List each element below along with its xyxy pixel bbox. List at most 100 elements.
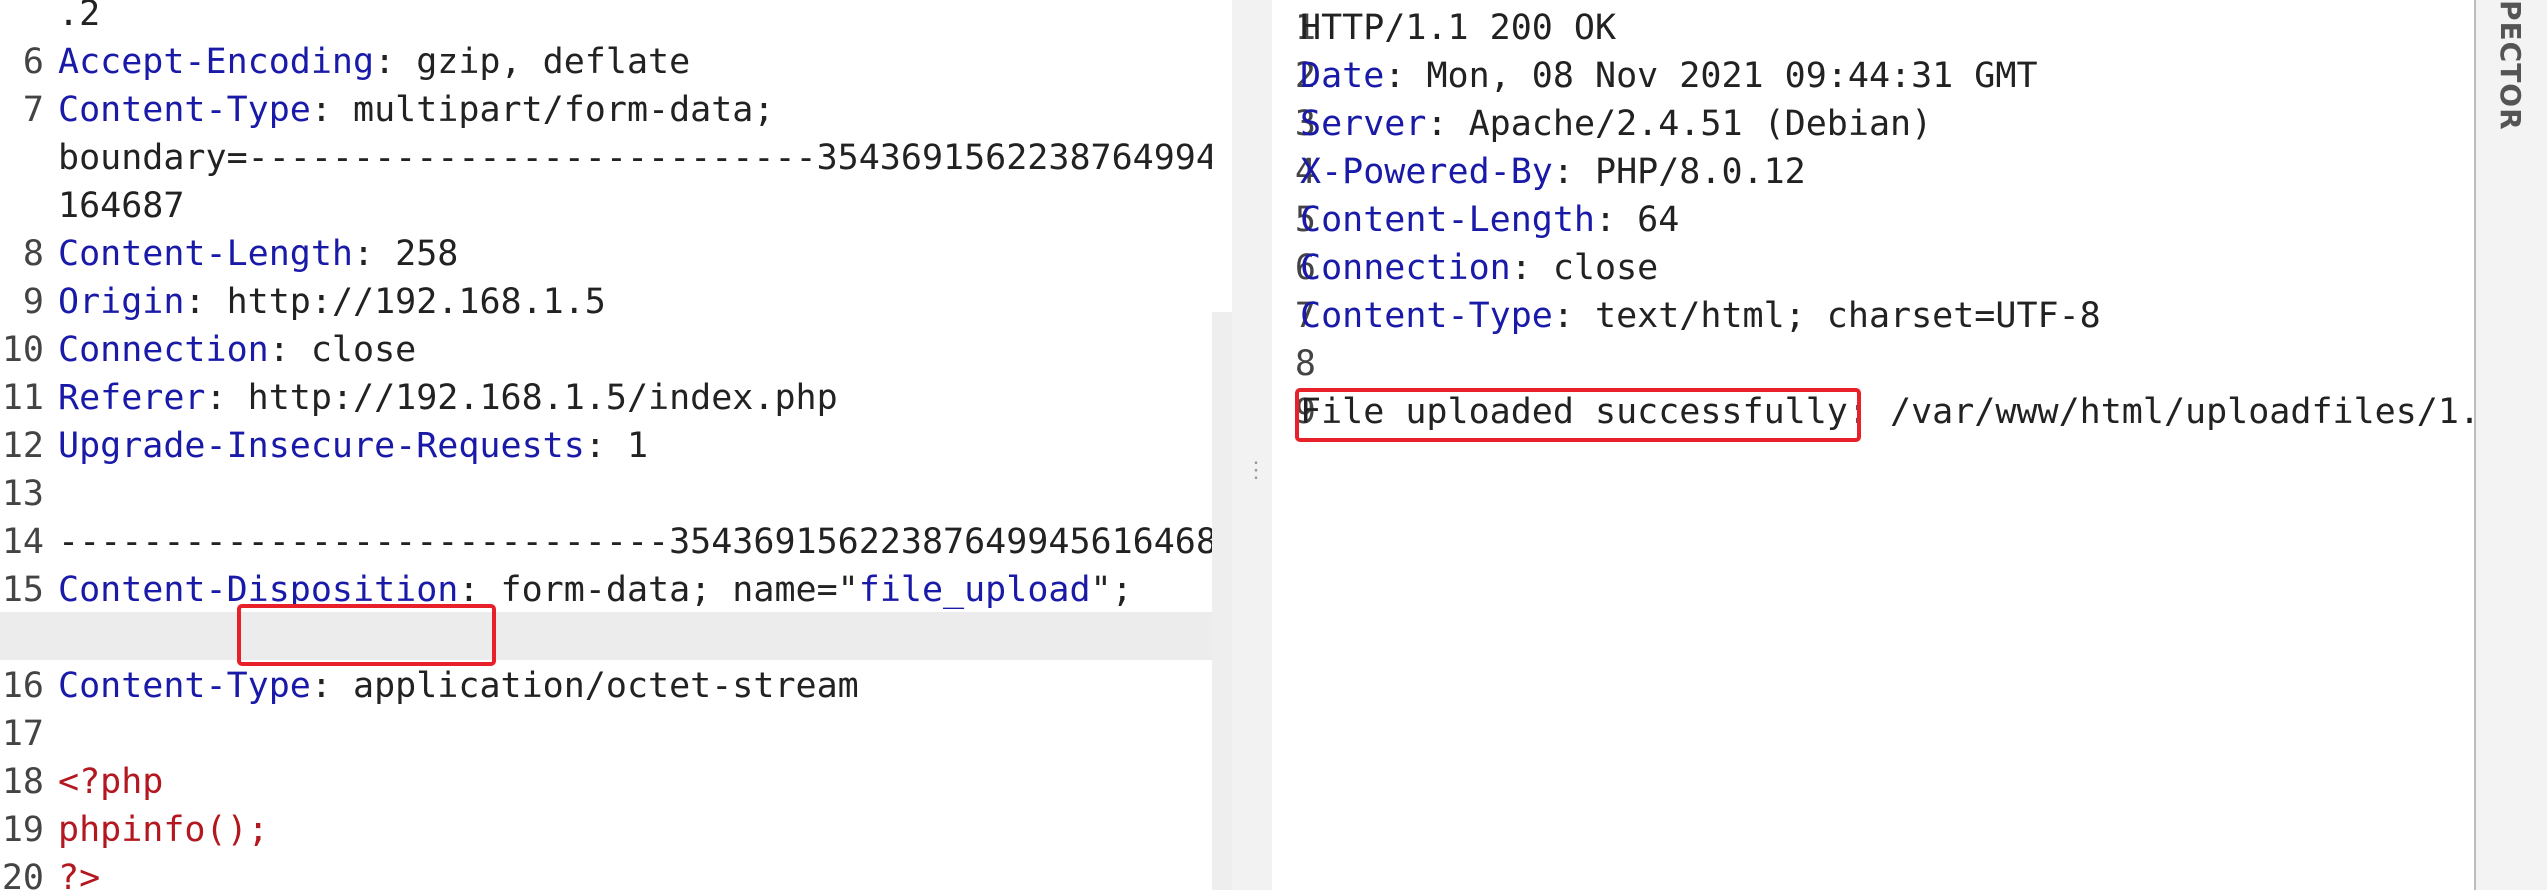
request-line[interactable]: 15 Content-Disposition: form-data; name="… — [0, 566, 1212, 614]
response-token: : text/html; charset=UTF-8 — [1552, 296, 2101, 336]
request-line-number: 19 — [1, 810, 44, 850]
request-line-number: 7 — [22, 90, 44, 130]
request-line-text: -----------------------------35436915622… — [58, 518, 1212, 566]
request-token: : gzip, deflate — [374, 42, 691, 82]
response-line[interactable]: 4 X-Powered-By: PHP/8.0.12 — [1272, 148, 2474, 196]
request-line-text: Connection: close — [58, 326, 416, 374]
response-line-text: Content-Type: text/html; charset=UTF-8 — [1300, 292, 2101, 340]
request-token: Upgrade-Insecure-Requests — [58, 426, 585, 466]
request-line[interactable]: 18 <?php — [0, 758, 1212, 806]
request-line-text: Content-Type: multipart/form-data; — [58, 86, 774, 134]
response-token: Content-Length — [1300, 200, 1596, 240]
request-line-number: 9 — [22, 282, 44, 322]
request-line-number: 13 — [1, 474, 44, 514]
request-token: : 1 — [584, 426, 649, 466]
request-line[interactable]: 8 Content-Length: 258 — [0, 230, 1212, 278]
request-token: Referer — [58, 378, 206, 418]
request-editor[interactable]: .2 6 Accept-Encoding: gzip, deflate 7 Conten… — [0, 0, 1212, 890]
request-line-text: Accept-Encoding: gzip, deflate — [58, 38, 690, 86]
response-line[interactable]: 8 — [1272, 340, 2474, 388]
response-line-text: Date: Mon, 08 Nov 2021 09:44:31 GMT — [1300, 52, 2038, 100]
request-line-number: 20 — [1, 858, 44, 890]
request-line[interactable]: 20 ?> — [0, 854, 1212, 890]
request-token: "; — [1090, 570, 1133, 610]
request-line-number: 14 — [1, 522, 44, 562]
response-line-text: Content-Length: 64 — [1300, 196, 1679, 244]
response-token: : PHP/8.0.12 — [1552, 152, 1806, 192]
request-scrollbar[interactable] — [1212, 312, 1232, 890]
request-line-text: Content-Length: 258 — [58, 230, 458, 278]
request-token: : form-data; name=" — [458, 570, 859, 610]
request-token: : multipart/form-data; — [310, 90, 775, 130]
request-token: .2 — [58, 0, 101, 34]
request-token: Content-Type — [58, 90, 311, 130]
inspector-label: PECTOR — [2494, 0, 2527, 131]
response-line-text: Connection: close — [1300, 244, 1658, 292]
request-line-number: 12 — [1, 426, 44, 466]
request-token: : 258 — [353, 234, 459, 274]
request-line-text: .2 — [58, 0, 100, 38]
request-line-number: 8 — [22, 234, 44, 274]
response-line-text: Server: Apache/2.4.51 (Debian) — [1300, 100, 1932, 148]
request-token: Accept-Encoding — [58, 42, 375, 82]
request-line-text: Origin: http://192.168.1.5 — [58, 278, 606, 326]
request-line-text: 164687 — [58, 182, 184, 230]
request-line-number: 6 — [22, 42, 44, 82]
request-token: 164687 — [58, 186, 185, 226]
upload-success-annotation-box — [1295, 388, 1861, 442]
request-token: : http://192.168.1.5/index.php — [205, 378, 838, 418]
request-line[interactable]: 10 Connection: close — [0, 326, 1212, 374]
request-token: Connection — [58, 330, 269, 370]
response-line[interactable]: 6 Connection: close — [1272, 244, 2474, 292]
response-token: HTTP/1.1 200 OK — [1300, 8, 1617, 48]
request-line-text: Referer: http://192.168.1.5/index.php — [58, 374, 838, 422]
request-line-number: 17 — [1, 714, 44, 754]
response-token: : 64 — [1595, 200, 1680, 240]
request-line[interactable]: 7 Content-Type: multipart/form-data; — [0, 86, 1212, 134]
response-line[interactable]: 1 HTTP/1.1 200 OK — [1272, 4, 2474, 52]
request-line[interactable]: 6 Accept-Encoding: gzip, deflate — [0, 38, 1212, 86]
splitter-grip-icon: ⋮ — [1245, 458, 1267, 483]
request-line-text: boundary=---------------------------3543… — [58, 134, 1212, 182]
request-line-text: <?php — [58, 758, 163, 806]
response-line[interactable]: 2 Date: Mon, 08 Nov 2021 09:44:31 GMT — [1272, 52, 2474, 100]
request-token: : close — [268, 330, 417, 370]
request-line-text: Upgrade-Insecure-Requests: 1 — [58, 422, 648, 470]
response-line[interactable]: 5 Content-Length: 64 — [1272, 196, 2474, 244]
request-token: Content-Type — [58, 666, 311, 706]
response-line-text: X-Powered-By: PHP/8.0.12 — [1300, 148, 1806, 196]
response-line[interactable]: 7 Content-Type: text/html; charset=UTF-8 — [1272, 292, 2474, 340]
request-current-line-highlight — [0, 612, 1212, 660]
response-line-text: HTTP/1.1 200 OK — [1300, 4, 1616, 52]
request-token: Origin — [58, 282, 185, 322]
request-line-text: Content-Type: application/octet-stream — [58, 662, 859, 710]
request-line[interactable]: 12 Upgrade-Insecure-Requests: 1 — [0, 422, 1212, 470]
request-line[interactable]: 9 Origin: http://192.168.1.5 — [0, 278, 1212, 326]
response-token: X-Powered-By — [1300, 152, 1553, 192]
response-token: Connection — [1300, 248, 1511, 288]
request-line[interactable]: 17 — [0, 710, 1212, 758]
request-line[interactable]: 11 Referer: http://192.168.1.5/index.php — [0, 374, 1212, 422]
request-line[interactable]: 13 — [0, 470, 1212, 518]
request-line[interactable]: 19 phpinfo(); — [0, 806, 1212, 854]
request-line[interactable]: .2 — [0, 0, 1212, 38]
request-line-number: 10 — [1, 330, 44, 370]
response-line[interactable]: 3 Server: Apache/2.4.51 (Debian) — [1272, 100, 2474, 148]
request-line-text: ?> — [58, 854, 100, 890]
request-line-number: 15 — [1, 570, 44, 610]
request-token: boundary=---------------------------3543… — [58, 138, 1212, 178]
response-token: Content-Type — [1300, 296, 1553, 336]
request-line[interactable]: 164687 — [0, 182, 1212, 230]
request-line[interactable]: boundary=---------------------------3543… — [0, 134, 1212, 182]
request-token: : application/octet-stream — [310, 666, 859, 706]
request-line[interactable]: 14 -----------------------------354369156… — [0, 518, 1212, 566]
response-line-number: 8 — [1294, 344, 1316, 384]
request-token: phpinfo(); — [58, 810, 269, 850]
pane-splitter[interactable]: ⋮ — [1232, 0, 1272, 890]
request-line[interactable]: 16 Content-Type: application/octet-stream — [0, 662, 1212, 710]
request-line-number: 18 — [1, 762, 44, 802]
response-token: : Mon, 08 Nov 2021 09:44:31 GMT — [1384, 56, 2038, 96]
request-line-text: Content-Disposition: form-data; name="fi… — [58, 566, 1133, 614]
response-viewer[interactable]: 1 HTTP/1.1 200 OK 2 Date: Mon, 08 Nov 2021 … — [1272, 0, 2474, 890]
inspector-panel-tab[interactable]: PECTOR — [2474, 0, 2547, 890]
